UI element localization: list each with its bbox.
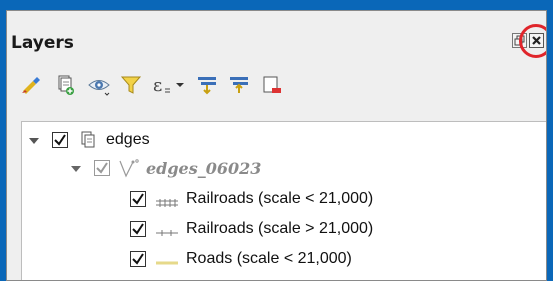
check-icon [132,253,144,265]
panel-title: Layers [11,33,74,53]
check-icon [132,223,144,235]
layer-label: edges_06023 [146,159,262,178]
visibility-eye-icon[interactable] [87,73,111,97]
legend-label: Railroads (scale < 21,000) [186,190,374,207]
check-icon [96,162,108,174]
legend-item: Railroads (scale > 21,000) [22,219,442,245]
layers-toolbar: ε [19,73,399,99]
tree-row-group: edges [22,130,422,156]
expand-arrow-icon[interactable] [70,162,82,174]
group-checkbox[interactable] [52,132,68,148]
remove-layer-icon[interactable] [259,73,283,97]
highlight-circle [519,24,546,58]
expand-arrow-icon[interactable] [28,134,40,146]
railroad-major-symbol-icon [156,195,178,213]
layers-panel: Layers ε edges edges_06023 Railroads (sc… [6,10,547,281]
legend-checkbox[interactable] [130,191,146,207]
legend-item: Roads (scale < 21,000) [22,249,442,275]
layer-tree: edges edges_06023 Railroads (scale < 21,… [21,121,546,280]
legend-label: Roads (scale < 21,000) [186,250,352,267]
check-icon [54,134,66,146]
svg-text:ε: ε [153,75,162,96]
check-icon [132,193,144,205]
railroad-minor-symbol-icon [156,225,178,243]
filter-funnel-icon[interactable] [119,73,143,97]
legend-label: Railroads (scale > 21,000) [186,220,374,237]
add-group-icon[interactable] [53,73,77,97]
legend-checkbox[interactable] [130,221,146,237]
layer-group-icon [78,130,98,155]
expression-filter-icon[interactable]: ε [151,73,185,97]
legend-item: Railroads (scale < 21,000) [22,189,442,215]
collapse-all-icon[interactable] [227,73,251,97]
expand-all-icon[interactable] [195,73,219,97]
tree-row-layer: edges_06023 [22,158,442,184]
group-label: edges [106,131,150,148]
road-symbol-icon [156,255,178,273]
legend-checkbox[interactable] [130,251,146,267]
line-layer-icon [118,158,140,185]
layer-checkbox[interactable] [94,160,110,176]
style-brush-icon[interactable] [19,73,43,97]
